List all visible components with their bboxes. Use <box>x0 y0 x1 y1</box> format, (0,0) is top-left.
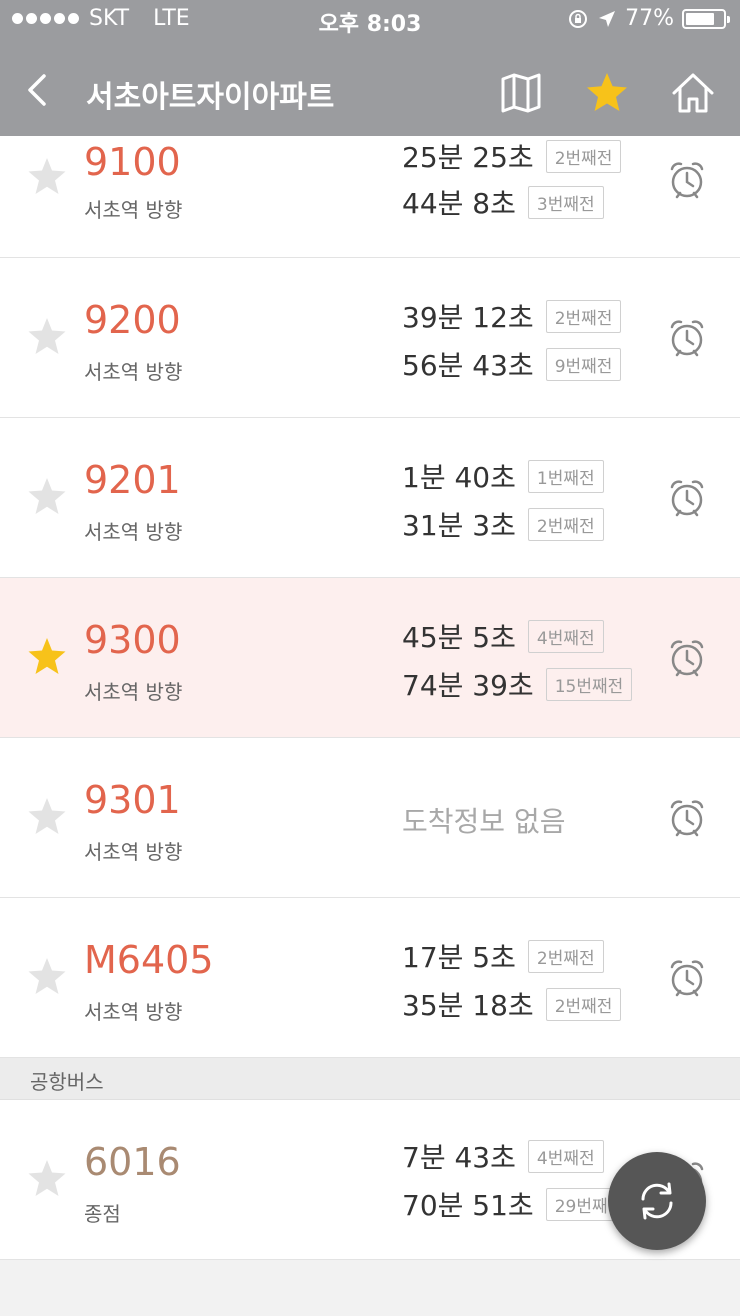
route-number: 9201 <box>84 458 181 502</box>
arrival-time: 39분 12초 <box>402 301 534 334</box>
alarm-clock-icon[interactable] <box>668 958 706 998</box>
map-icon[interactable] <box>498 70 544 116</box>
route-number: 6016 <box>84 1140 181 1184</box>
status-bar: SKT LTE 오후 8:03 77% <box>0 0 740 40</box>
nav-bar: 서초아트자이아파트 <box>0 44 740 136</box>
section-header: 공항버스 <box>0 1058 740 1100</box>
arrival-time: 74분 39초 <box>402 669 534 702</box>
alarm-clock-icon[interactable] <box>668 638 706 678</box>
route-row[interactable]: 9201 서초역 방향 1분 40초 1번째전 31분 3초 2번째전 <box>0 418 740 578</box>
stops-badge: 3번째전 <box>527 185 604 219</box>
route-number: 9200 <box>84 298 181 342</box>
star-outline-icon[interactable] <box>26 316 68 358</box>
star-outline-icon[interactable] <box>26 1158 68 1200</box>
stops-badge: 9번째전 <box>545 347 622 381</box>
stops-badge: 2번째전 <box>545 987 622 1021</box>
rotation-lock-icon <box>569 9 588 28</box>
alarm-clock-icon[interactable] <box>668 318 706 358</box>
stops-badge: 2번째전 <box>545 139 622 173</box>
star-filled-icon[interactable] <box>26 636 68 678</box>
route-direction: 서초역 방향 <box>84 840 183 864</box>
arrival-time: 7분 43초 <box>402 1141 516 1174</box>
route-direction: 서초역 방향 <box>84 198 183 222</box>
location-arrow-icon <box>599 10 616 27</box>
route-direction: 서초역 방향 <box>84 520 183 544</box>
alarm-clock-icon[interactable] <box>668 798 706 838</box>
stops-badge: 2번째전 <box>527 507 604 541</box>
star-outline-icon[interactable] <box>26 956 68 998</box>
stops-badge: 4번째전 <box>527 619 604 653</box>
stops-badge: 1번째전 <box>527 459 604 493</box>
route-row[interactable]: 9301 서초역 방향 도착정보 없음 <box>0 738 740 898</box>
refresh-icon <box>641 1182 673 1220</box>
route-direction: 종점 <box>84 1202 121 1226</box>
arrival-time: 35분 18초 <box>402 989 534 1022</box>
stops-badge: 4번째전 <box>527 1139 604 1173</box>
star-outline-icon[interactable] <box>26 476 68 518</box>
arrival-time: 70분 51초 <box>402 1189 534 1222</box>
arrival-time: 25분 25초 <box>402 141 534 174</box>
back-chevron-icon[interactable] <box>20 70 56 110</box>
route-direction: 서초역 방향 <box>84 680 183 704</box>
route-number: M6405 <box>84 938 214 982</box>
page-title: 서초아트자이아파트 <box>86 80 335 115</box>
route-row[interactable]: M6405 서초역 방향 17분 5초 2번째전 35분 18초 2번째전 <box>0 898 740 1058</box>
arrival-time: 45분 5초 <box>402 621 516 654</box>
star-icon[interactable] <box>584 70 630 116</box>
arrival-time: 31분 3초 <box>402 509 516 542</box>
star-outline-icon[interactable] <box>26 796 68 838</box>
alarm-clock-icon[interactable] <box>668 160 706 200</box>
route-row-favorite[interactable]: 9300 서초역 방향 45분 5초 4번째전 74분 39초 15번째전 <box>0 578 740 738</box>
route-number: 9300 <box>84 618 181 662</box>
route-number: 9301 <box>84 778 181 822</box>
battery-percent: 77% <box>625 6 674 31</box>
arrival-time: 17분 5초 <box>402 941 516 974</box>
stops-badge: 2번째전 <box>545 299 622 333</box>
stops-badge: 2번째전 <box>527 939 604 973</box>
refresh-button[interactable] <box>608 1152 706 1250</box>
route-row[interactable]: 9200 서초역 방향 39분 12초 2번째전 56분 43초 9번째전 <box>0 258 740 418</box>
battery-icon <box>682 8 730 29</box>
star-outline-icon[interactable] <box>26 156 68 198</box>
arrival-time: 56분 43초 <box>402 349 534 382</box>
no-arrival-info: 도착정보 없음 <box>402 805 566 838</box>
route-row[interactable]: 9100 서초역 방향 25분 25초 2번째전 44분 8초 3번째전 <box>0 136 740 258</box>
alarm-clock-icon[interactable] <box>668 478 706 518</box>
arrival-time: 1분 40초 <box>402 461 516 494</box>
arrival-time: 44분 8초 <box>402 187 516 220</box>
home-icon[interactable] <box>670 70 716 116</box>
header: SKT LTE 오후 8:03 77% 서초아트자이아파트 <box>0 0 740 136</box>
route-direction: 서초역 방향 <box>84 1000 183 1024</box>
route-direction: 서초역 방향 <box>84 360 183 384</box>
route-list: 9100 서초역 방향 25분 25초 2번째전 44분 8초 3번째전 9200 … <box>0 136 740 1260</box>
section-label: 공항버스 <box>30 1070 104 1094</box>
stops-badge: 15번째전 <box>545 667 633 701</box>
route-number: 9100 <box>84 140 181 184</box>
